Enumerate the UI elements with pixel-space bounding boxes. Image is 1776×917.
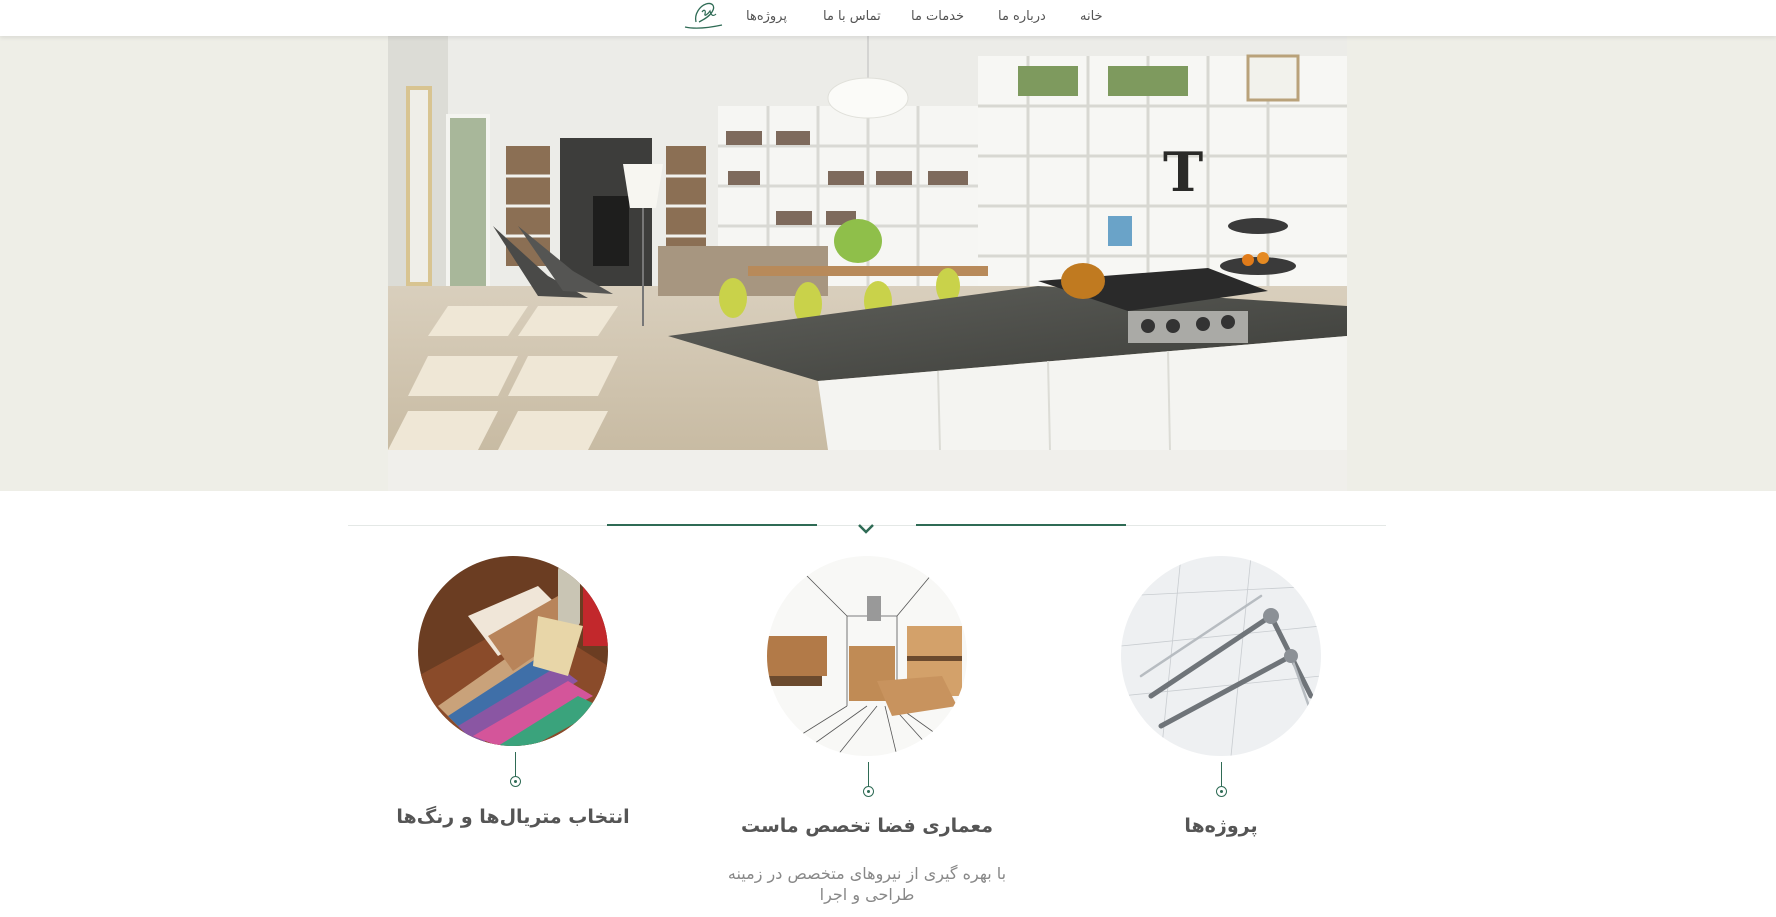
- nav-item-about[interactable]: درباره ما: [998, 9, 1046, 24]
- top-navigation: خانه درباره ما خدمات ما تماس با ما پروژه…: [0, 0, 1776, 36]
- hero-caption-strip: [388, 450, 1347, 491]
- feature-connector: [868, 762, 869, 786]
- feature-connector: [1221, 762, 1222, 786]
- signature-logo-icon[interactable]: [682, 0, 726, 32]
- chevron-down-icon[interactable]: [856, 521, 876, 535]
- feature-title: معماری فضا تخصص ماست: [740, 815, 994, 837]
- feature-dot-icon: [510, 776, 521, 787]
- nav-item-home[interactable]: خانه: [1080, 9, 1103, 24]
- material-swatches-image: [418, 556, 608, 746]
- divider-accent-left: [607, 524, 817, 526]
- nav-item-projects[interactable]: پروژه‌ها: [746, 9, 787, 24]
- feature-description: با بهره گیری از نیروهای متخصص در زمینه ط…: [727, 864, 1007, 904]
- svg-text:T: T: [1163, 140, 1203, 204]
- drafting-compass-image: [1121, 556, 1321, 756]
- nav-item-services[interactable]: خدمات ما: [911, 9, 964, 24]
- feature-title: انتخاب متریال‌ها و رنگ‌ها: [396, 806, 630, 828]
- feature-connector: [515, 752, 516, 777]
- interior-sketch-image: [767, 556, 967, 756]
- feature-dot-icon: [863, 786, 874, 797]
- nav-item-contact[interactable]: تماس با ما: [823, 9, 881, 24]
- divider-accent-right: [916, 524, 1126, 526]
- hero-image: T: [388, 36, 1347, 450]
- feature-title: پروژه‌ها: [1184, 815, 1258, 837]
- feature-dot-icon: [1216, 786, 1227, 797]
